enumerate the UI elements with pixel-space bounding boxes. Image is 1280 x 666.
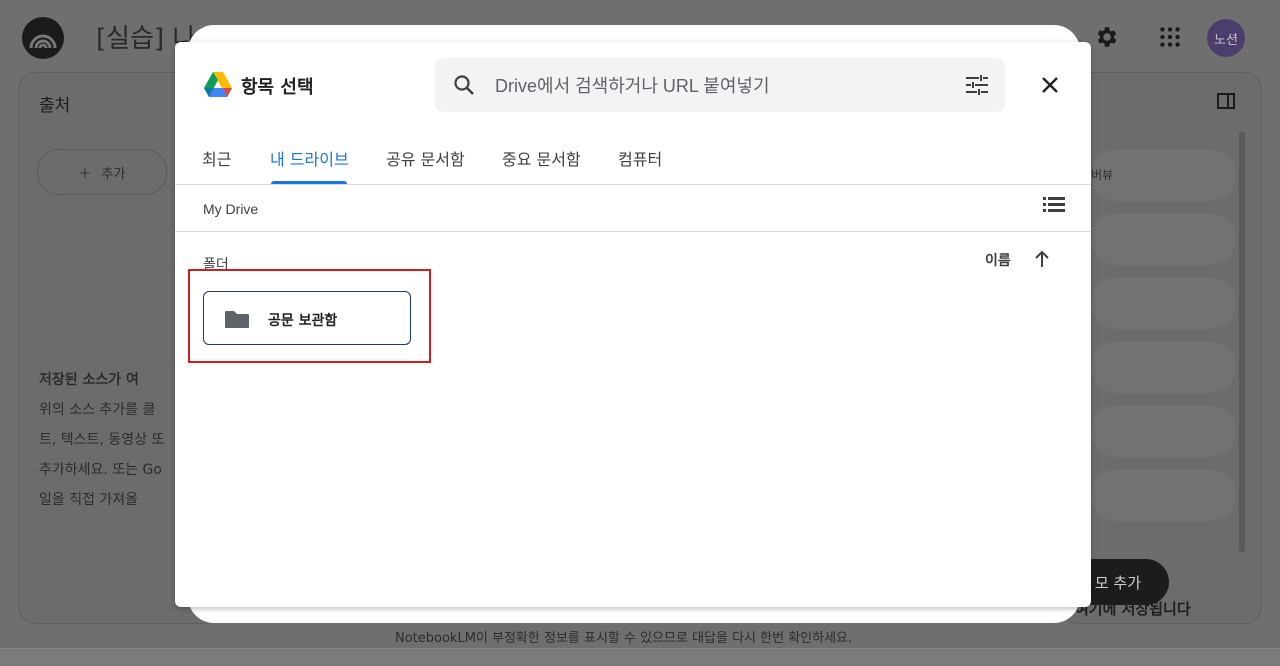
plus-icon: ＋: [78, 166, 92, 182]
tab-recent[interactable]: 최근: [202, 146, 231, 182]
picker-tabs: 최근 내 드라이브 공유 문서함 중요 문서함 컴퓨터: [175, 140, 1091, 185]
arrow-up-icon[interactable]: [1033, 249, 1051, 273]
tab-shared[interactable]: 공유 문서함: [386, 146, 465, 182]
add-source-label: 추가: [101, 166, 126, 182]
close-icon: [1042, 77, 1058, 93]
search-options-icon[interactable]: [965, 74, 989, 100]
gear-icon[interactable]: [1093, 24, 1119, 50]
search-box[interactable]: [435, 58, 1005, 112]
disclaimer-text: NotebookLM이 부정확한 정보를 표시할 수 있으므로 대답을 다시 한…: [395, 631, 853, 646]
sources-title: 출처: [39, 96, 71, 116]
sort-by-name[interactable]: 이름: [985, 250, 1011, 270]
annotation-highlight-box: [188, 269, 431, 363]
add-source-button[interactable]: ＋ 추가: [37, 149, 167, 195]
panel-toggle-icon[interactable]: [1216, 91, 1242, 117]
tab-my-drive[interactable]: 내 드라이브: [270, 146, 349, 182]
save-note: 여기에 저장됩니다: [1075, 600, 1191, 618]
studio-item-label: 버뷰: [1091, 168, 1114, 182]
notebooklm-logo[interactable]: [22, 17, 64, 59]
tab-computers[interactable]: 컴퓨터: [618, 146, 662, 182]
studio-item[interactable]: [1091, 277, 1236, 329]
breadcrumb: My Drive: [175, 185, 1091, 232]
search-input[interactable]: [493, 72, 937, 100]
studio-item[interactable]: [1091, 213, 1236, 265]
avatar[interactable]: 노션: [1207, 19, 1245, 57]
search-icon[interactable]: [452, 73, 476, 101]
studio-item[interactable]: [1091, 469, 1236, 521]
breadcrumb-my-drive[interactable]: My Drive: [203, 201, 258, 217]
studio-item[interactable]: 버뷰: [1091, 149, 1236, 201]
close-button[interactable]: [1035, 70, 1065, 100]
list-view-icon[interactable]: [1043, 195, 1065, 219]
google-drive-icon: [204, 72, 232, 101]
apps-grid-icon[interactable]: [1157, 24, 1183, 50]
studio-item[interactable]: [1091, 341, 1236, 393]
dialog-title: 항목 선택: [241, 77, 314, 98]
bottom-strip: [0, 648, 1280, 666]
tab-starred[interactable]: 중요 문서함: [502, 146, 581, 182]
studio-item[interactable]: [1091, 405, 1236, 457]
active-tab-indicator: [271, 181, 347, 184]
studio-scrollbar[interactable]: [1239, 132, 1245, 552]
